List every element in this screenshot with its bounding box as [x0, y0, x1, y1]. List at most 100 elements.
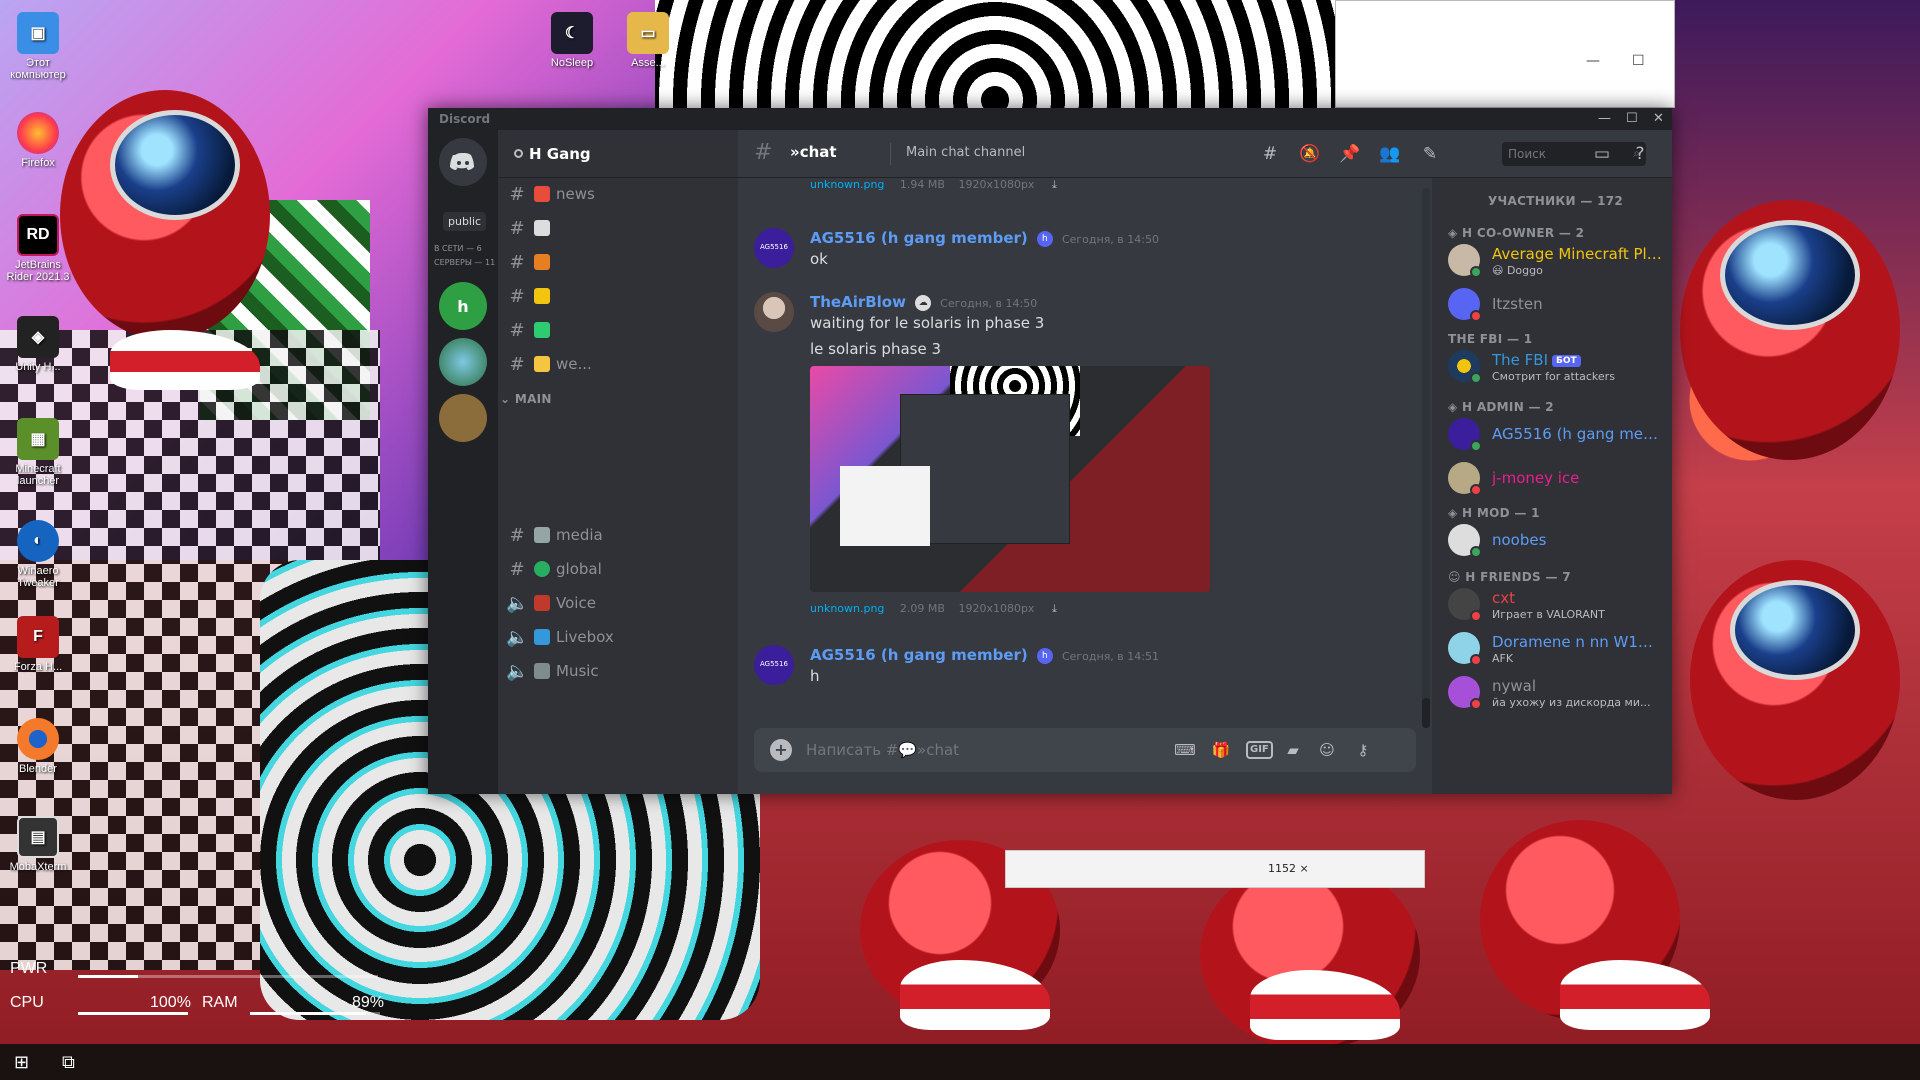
ram-bar	[250, 1012, 380, 1015]
blender-icon	[17, 718, 59, 760]
channel-media[interactable]: # media	[506, 519, 730, 551]
add-attachment-icon[interactable]: +	[770, 739, 792, 761]
inbox-icon[interactable]: ▭	[1590, 142, 1614, 166]
desktop-icon-firefox[interactable]: Firefox	[2, 112, 74, 169]
attachment-filename[interactable]: unknown.png	[810, 178, 884, 191]
desktop-icon-assets[interactable]: ▭ Asse...	[612, 12, 684, 69]
status-indicator	[1470, 266, 1482, 278]
member-item[interactable]: The FBI БОТ Смотрит for attackers	[1448, 344, 1668, 388]
member-name-text: The FBI	[1492, 351, 1549, 369]
channel-voice[interactable]: 🔈 Voice	[506, 587, 730, 619]
desktop-icon-minecraft[interactable]: ▦ Minecraft launcher	[2, 418, 74, 487]
maximize-icon[interactable]: ☐	[1626, 111, 1638, 126]
sticker-icon[interactable]: ▰	[1282, 739, 1304, 761]
hash-icon: #	[509, 353, 525, 375]
avatar[interactable]	[754, 292, 794, 332]
online-note: В СЕТИ — 6	[434, 244, 482, 253]
desktop-icon-mobaxterm[interactable]: ▤ MobaXterm	[2, 816, 74, 873]
desktop-icon-unity[interactable]: ◈ Unity H...	[2, 316, 74, 373]
guild-name: H Gang	[529, 144, 591, 163]
gift-icon[interactable]: 🎁	[1210, 739, 1232, 761]
attachment-dimensions: 1920x1080px	[958, 178, 1035, 191]
member-item[interactable]: Average Minecraft Pla... 😃 Doggo	[1448, 238, 1668, 282]
desktop-icon-rider[interactable]: RD JetBrains Rider 2021.3	[2, 214, 74, 283]
minimize-icon[interactable]: —	[1598, 111, 1611, 126]
avatar[interactable]: AG5516	[754, 645, 794, 685]
mute-bell-icon[interactable]: 🔕	[1298, 142, 1322, 166]
channel-item[interactable]: #	[506, 280, 730, 312]
image-attachment[interactable]	[810, 366, 1210, 592]
maximize-icon[interactable]: ☐	[1632, 53, 1645, 69]
channel-news[interactable]: # news	[506, 178, 730, 210]
scrollbar-thumb[interactable]	[1422, 698, 1430, 728]
nosleep-icon: ☾	[551, 12, 593, 54]
desktop-icon-winaero[interactable]: ◐ Winaero Tweaker	[2, 520, 74, 589]
pin-icon[interactable]: 📌	[1338, 142, 1362, 166]
help-icon[interactable]: ?	[1628, 142, 1652, 166]
search-box[interactable]: Поиск ⌕	[1502, 142, 1646, 166]
server-icon-planet[interactable]	[439, 338, 487, 386]
desktop-icon-this-pc[interactable]: ▣ Этот компьютер	[2, 12, 74, 81]
threads-icon[interactable]: #	[1258, 142, 1282, 166]
keyboard-icon[interactable]: ⌨	[1174, 739, 1196, 761]
desktop-icon-blender[interactable]: Blender	[2, 718, 74, 775]
member-item[interactable]: Doramene n nn W11 U... AFK	[1448, 626, 1668, 670]
minimize-icon[interactable]: —	[1586, 53, 1600, 69]
message-author[interactable]: AG5516 (h gang member)	[810, 646, 1028, 664]
attachment-filename[interactable]: unknown.png	[810, 602, 884, 615]
message-input[interactable]	[806, 740, 1136, 760]
channel-livebox[interactable]: 🔈 Livebox	[506, 621, 730, 653]
desktop-icon-label: Blender	[19, 763, 57, 775]
channel-label: Voice	[556, 594, 596, 612]
task-view-button[interactable]: ⧉	[62, 1052, 75, 1073]
desktop-icon-forza[interactable]: F Forza H...	[2, 616, 74, 673]
hash-icon: #	[509, 524, 525, 546]
channel-name: »chat	[790, 143, 837, 161]
image-size-label: 1152 ×	[1268, 862, 1309, 875]
desktop-icon-label: MobaXterm	[9, 861, 67, 873]
message-author[interactable]: AG5516 (h gang member)	[810, 229, 1028, 247]
channel-item[interactable]: #	[506, 246, 730, 278]
message-author[interactable]: TheAirBlow	[810, 293, 906, 311]
close-icon[interactable]: ✕	[1653, 111, 1664, 126]
channel-item[interactable]: # we...	[506, 348, 730, 380]
emoji-icon[interactable]: ☺	[1316, 739, 1338, 761]
channel-item[interactable]: #	[506, 314, 730, 346]
channel-music[interactable]: 🔈 Music	[506, 655, 730, 687]
folder-icon: ▭	[627, 12, 669, 54]
category-main[interactable]: ⌄ MAIN	[500, 392, 552, 406]
gif-button[interactable]: GIF	[1246, 741, 1273, 759]
message-timestamp: Сегодня, в 14:50	[940, 297, 1038, 310]
key-icon[interactable]: ⚷	[1352, 739, 1374, 761]
cpu-ram-meter: CPU 100% RAM 89%	[0, 990, 384, 1016]
sticker-edit-icon[interactable]: ✎	[1418, 142, 1442, 166]
forza-icon: F	[17, 616, 59, 658]
member-item[interactable]: Itzsten	[1448, 282, 1668, 326]
download-icon[interactable]: ⤓	[1052, 602, 1057, 615]
start-button[interactable]: ⊞	[14, 1052, 29, 1073]
desktop-icon-label: Asse...	[631, 57, 665, 69]
member-item[interactable]: cxt Играет в VALORANT	[1448, 582, 1668, 626]
desktop-icon-nosleep[interactable]: ☾ NoSleep	[536, 12, 608, 69]
server-icon-h[interactable]: h	[439, 282, 487, 330]
channel-emoji-icon	[534, 254, 550, 270]
download-icon[interactable]: ⤓	[1052, 178, 1057, 191]
cpu-label: CPU	[10, 994, 44, 1011]
channel-label: media	[556, 526, 603, 544]
member-item[interactable]: j-money ice	[1448, 456, 1668, 500]
discord-window: Discord — ☐ ✕ public В СЕТИ — 6 СЕРВЕРЫ …	[428, 108, 1672, 794]
message-scrollbar[interactable]	[1422, 188, 1430, 728]
channel-global[interactable]: # global	[506, 553, 730, 585]
member-name: The FBI БОТ	[1492, 351, 1662, 369]
channel-item[interactable]: #	[506, 212, 730, 244]
member-item[interactable]: nywal йа ухожу из дискорда ми...	[1448, 670, 1668, 714]
message-timestamp: Сегодня, в 14:50	[1061, 233, 1159, 246]
member-item[interactable]: AG5516 (h gang mem...	[1448, 412, 1668, 456]
member-item[interactable]: noobes	[1448, 518, 1668, 562]
discord-home-icon[interactable]	[439, 138, 487, 186]
ram-value: 89%	[352, 994, 385, 1011]
avatar[interactable]: AG5516	[754, 228, 794, 268]
members-icon[interactable]: 👥	[1378, 142, 1402, 166]
server-icon-figure[interactable]	[439, 394, 487, 442]
guild-header[interactable]: H Gang	[498, 130, 738, 178]
